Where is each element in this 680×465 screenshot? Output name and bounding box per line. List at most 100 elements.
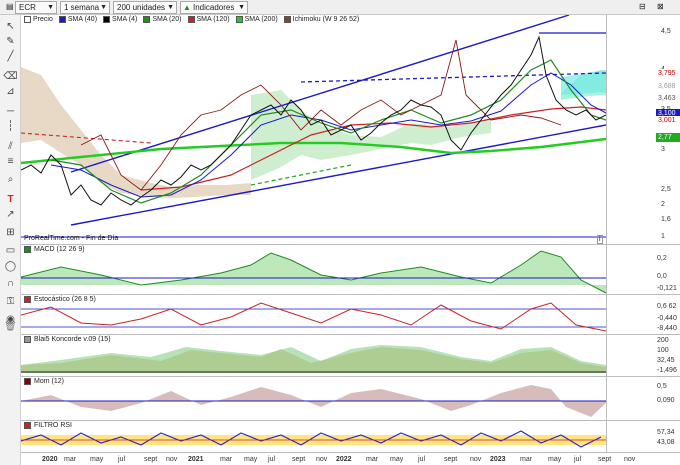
x-tick-label: may (90, 456, 104, 463)
panel-tick-label: -0,440 (657, 315, 677, 322)
y-tick-label: 4,5 (661, 28, 671, 35)
price-panel[interactable]: Precio SMA (40) SMA (4) SMA (20) SMA (120) SM… (21, 15, 606, 245)
zoom-icon[interactable]: ⌕ (3, 173, 18, 187)
chevron-down-icon: ▼ (47, 4, 54, 11)
info-icon[interactable]: i (597, 235, 603, 244)
x-tick-label: jul (574, 456, 582, 463)
toolbar: ▤ ECR ▼ 1 semana ▼ 200 unidades ▼ ▲ Indicado… (0, 0, 680, 15)
lock-icon[interactable]: ⚿ (3, 295, 18, 309)
stoch-axis: 0,6 62 -0,440 -8,440 (606, 295, 680, 335)
stoch-panel[interactable]: Estocástico (26 8 5) (21, 295, 606, 335)
macd-histogram (21, 251, 606, 293)
y-tick-label: 2 (661, 201, 665, 208)
layout-icon[interactable]: ⊟ (636, 1, 648, 14)
channel-icon[interactable]: ⫽ (3, 140, 18, 154)
panel-tick-label: -0,121 (657, 285, 677, 292)
chevron-down-icon: ▼ (167, 4, 174, 11)
x-tick-label: may (548, 456, 562, 463)
rectangle-icon[interactable]: ▭ (3, 244, 18, 258)
blai-green-area (21, 345, 606, 373)
units-select[interactable]: 200 unidades ▼ (113, 1, 177, 14)
x-tick-label: jul (118, 456, 126, 463)
period-select[interactable]: 1 semana ▼ (60, 1, 110, 14)
x-tick-label: may (244, 456, 258, 463)
price-highlight-label: 2,77 (656, 133, 680, 142)
x-tick-label: mar (64, 456, 77, 463)
x-tick-label: mar (366, 456, 379, 463)
panel-tick-label: 0,5 (657, 383, 667, 390)
blai-chart (21, 345, 606, 373)
filtro-chart (21, 430, 606, 448)
price-highlight-label: 3,795 (656, 69, 680, 78)
vline-icon[interactable]: ┆ (3, 120, 18, 134)
text-icon[interactable]: T (3, 193, 18, 207)
stoch-chart (21, 302, 606, 332)
measure-icon[interactable]: ⊞ (3, 226, 18, 240)
panel-tick-label: 0,090 (657, 397, 675, 404)
indicators-label: Indicadores (193, 3, 235, 12)
macd-panel[interactable]: MACD (12 26 9) (21, 245, 606, 295)
x-tick-label: nov (166, 456, 178, 463)
ruler-icon[interactable]: ⊿ (3, 85, 18, 99)
indicators-button[interactable]: ▲ Indicadores ▼ (180, 1, 248, 14)
x-tick-label: 2023 (490, 456, 506, 463)
y-tick-label: 2,5 (661, 186, 671, 193)
blai-axis: 200 100 32,45 -1,496 (606, 335, 680, 377)
panel-tick-label: 200 (657, 337, 669, 344)
x-tick-label: sept (292, 456, 306, 463)
panel-tick-label: 43,08 (657, 439, 675, 446)
panel-tick-label: -1,496 (657, 367, 677, 374)
panel-tick-label: 0,0 (657, 273, 667, 280)
y-tick-label: 1 (661, 233, 665, 240)
y-tick-label: 3 (661, 146, 665, 153)
macd-chart (21, 250, 606, 294)
x-tick-label: 2021 (188, 456, 204, 463)
x-tick-label: nov (316, 456, 328, 463)
x-tick-label: mar (220, 456, 233, 463)
price-chart (21, 15, 606, 238)
panel-tick-label: 100 (657, 347, 669, 354)
panel-tick-label: 32,45 (657, 357, 675, 364)
eraser-icon[interactable]: ⌫ (3, 70, 18, 84)
magnet-icon[interactable]: ∩ (3, 277, 18, 291)
macd-axis: 0,2 0,0 -0,121 (606, 245, 680, 295)
blai-panel[interactable]: Blai5 Koncorde v.09 (15) (21, 335, 606, 377)
pencil-icon[interactable]: ✎ (3, 35, 18, 49)
hline-icon[interactable]: ─ (3, 105, 18, 119)
x-tick-label: nov (624, 456, 636, 463)
x-tick-label: nov (470, 456, 482, 463)
x-tick-label: 2020 (42, 456, 58, 463)
panel-tick-label: 0,6 62 (657, 303, 677, 310)
arrow-icon[interactable]: ↗ (3, 208, 18, 222)
chevron-down-icon: ▼ (100, 4, 107, 11)
fibonacci-icon[interactable]: ≡ (3, 155, 18, 169)
trash-icon[interactable]: 🗑 (3, 320, 18, 334)
line-icon[interactable]: ╱ (3, 50, 18, 64)
mom-axis: 0,5 0,090 (606, 377, 680, 421)
y-tick-label: 1,6 (661, 216, 671, 223)
x-tick-label: jul (418, 456, 426, 463)
mom-panel[interactable]: Mom (12) (21, 377, 606, 421)
x-tick-label: sept (144, 456, 158, 463)
x-tick-label: mar (520, 456, 533, 463)
panel-tick-label: 0,2 (657, 255, 667, 262)
x-tick-label: may (390, 456, 404, 463)
symbol-label: ECR (19, 3, 36, 12)
period-label: 1 semana (64, 3, 100, 12)
price-highlight-label: 3,001 (656, 116, 680, 125)
price-highlight-label: 3,463 (656, 94, 680, 103)
close-icon[interactable]: ⊠ (654, 1, 666, 14)
ellipse-icon[interactable]: ◯ (3, 260, 18, 274)
panel-tick-label: -8,440 (657, 325, 677, 332)
menu-icon[interactable]: ▤ (3, 1, 14, 14)
symbol-select[interactable]: ECR ▼ (15, 1, 57, 14)
units-label: 200 unidades (117, 3, 166, 12)
drawing-toolbar: ↖ ✎ ╱ ⌫ ⊿ ─ ┆ ⫽ ≡ ⌕ T ↗ ⊞ ▭ ◯ ∩ ⚿ ◉ 🗑 (0, 15, 21, 465)
crosshair-icon[interactable]: ↖ (3, 20, 18, 34)
panel-tick-label: 57,34 (657, 429, 675, 436)
price-axis: 4,543,532,521,613,7953,6883,4633,1003,00… (606, 15, 680, 245)
filtro-panel[interactable]: FILTRO RSI (21, 421, 606, 453)
mom-chart (21, 385, 606, 417)
indicators-icon: ▲ (183, 3, 191, 12)
price-highlight-label: 3,688 (656, 82, 680, 91)
